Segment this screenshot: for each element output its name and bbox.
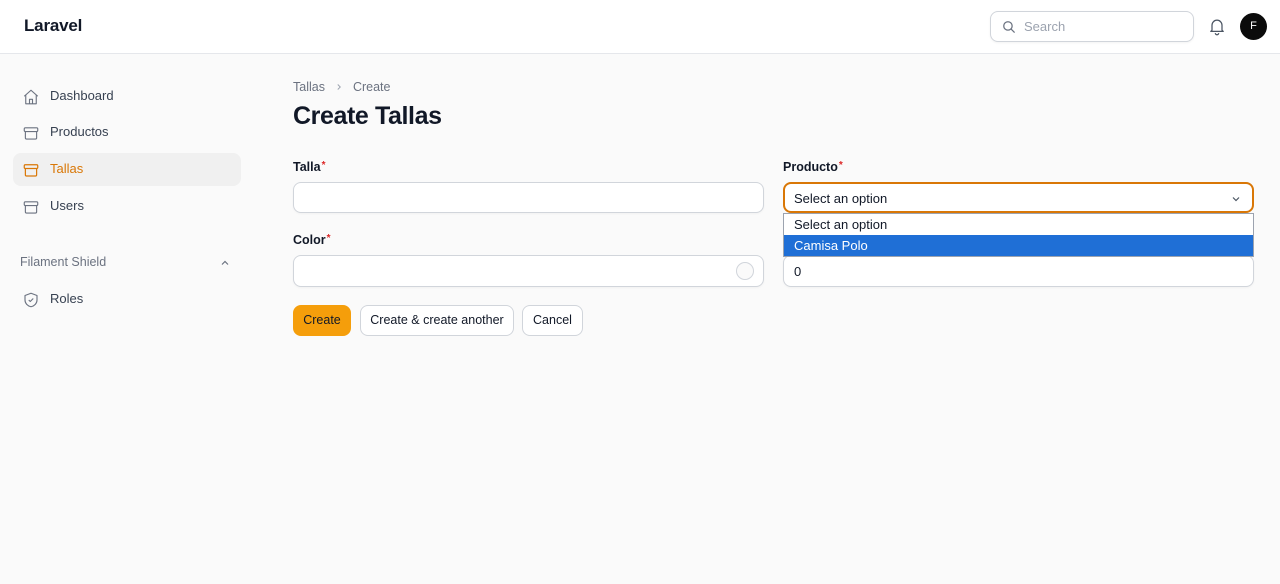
required-marker: *	[838, 160, 843, 171]
number-input-value: 0	[794, 264, 802, 279]
producto-dropdown: Select an option Camisa Polo	[783, 213, 1254, 257]
top-bar: Laravel Search F	[0, 0, 1280, 54]
talla-input[interactable]	[293, 182, 764, 213]
sidebar-item-productos[interactable]: Productos	[13, 116, 241, 149]
sidebar: Dashboard Productos Tallas Users Filamen…	[0, 54, 256, 584]
sidebar-item-dashboard[interactable]: Dashboard	[13, 80, 241, 113]
required-marker: *	[326, 233, 331, 244]
sidebar-item-users[interactable]: Users	[13, 190, 241, 223]
nav-group-label[interactable]: Filament Shield	[20, 255, 106, 269]
producto-label-text: Producto	[783, 160, 838, 174]
breadcrumb-current: Create	[352, 80, 391, 94]
sidebar-item-roles[interactable]: Roles	[13, 283, 241, 316]
producto-select[interactable]: Select an option	[783, 182, 1254, 213]
sidebar-item-label: Users	[50, 198, 84, 213]
archive-icon	[23, 127, 39, 140]
number-input[interactable]	[783, 255, 1254, 287]
archive-icon	[23, 164, 39, 177]
breadcrumb-parent[interactable]: Tallas	[293, 80, 325, 94]
chevron-down-icon	[1232, 197, 1240, 202]
sidebar-item-label: Roles	[50, 291, 84, 306]
chevron-up-icon[interactable]	[219, 257, 231, 269]
avatar[interactable]: F	[1240, 13, 1267, 40]
home-icon	[23, 89, 39, 105]
producto-select-value: Select an option	[794, 191, 888, 206]
search-icon	[1003, 21, 1016, 34]
producto-label: Producto*	[783, 160, 843, 174]
bell-icon[interactable]	[1207, 16, 1227, 36]
search-input[interactable]: Search	[990, 11, 1194, 42]
shield-check-icon	[24, 292, 38, 308]
brand-logo[interactable]: Laravel	[24, 16, 82, 36]
sidebar-item-label: Productos	[50, 124, 109, 139]
dropdown-option-highlighted[interactable]: Camisa Polo	[784, 235, 1253, 256]
required-marker: *	[321, 160, 326, 171]
color-swatch[interactable]	[736, 262, 754, 280]
sidebar-item-tallas[interactable]: Tallas	[13, 153, 241, 186]
sidebar-item-label: Dashboard	[50, 88, 114, 103]
talla-label: Talla*	[293, 160, 325, 174]
talla-label-text: Talla	[293, 160, 321, 174]
color-label: Color*	[293, 233, 331, 247]
cancel-button[interactable]: Cancel	[522, 305, 583, 336]
create-another-button[interactable]: Create & create another	[360, 305, 514, 336]
breadcrumb: Tallas Create	[293, 80, 391, 95]
chevron-right-icon	[334, 81, 344, 95]
create-button[interactable]: Create	[293, 305, 351, 336]
sidebar-item-label: Tallas	[50, 161, 84, 176]
color-input[interactable]	[293, 255, 764, 287]
search-placeholder: Search	[1024, 19, 1066, 34]
archive-icon	[23, 201, 39, 214]
page-title: Create Tallas	[293, 102, 442, 130]
color-label-text: Color	[293, 233, 326, 247]
dropdown-option[interactable]: Select an option	[784, 214, 1253, 235]
